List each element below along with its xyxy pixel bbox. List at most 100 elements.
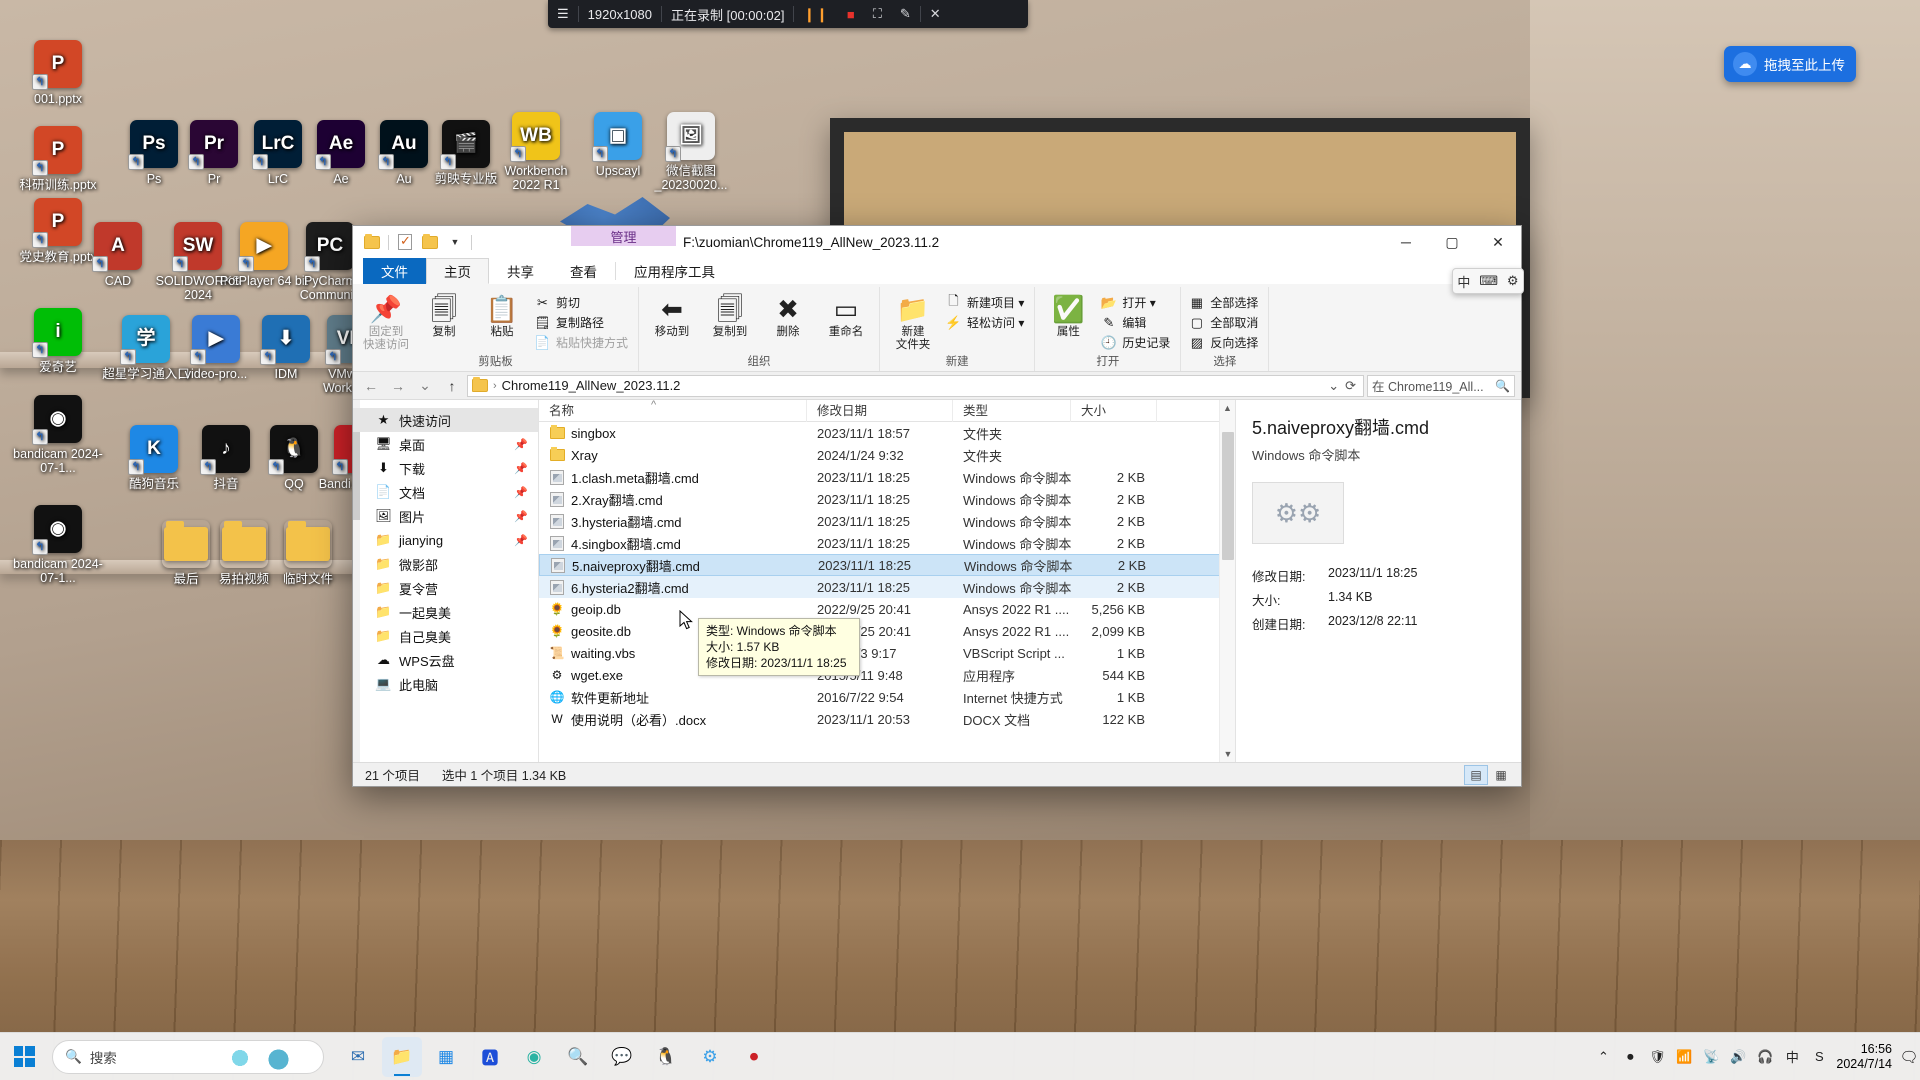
sogou-icon[interactable]: S <box>1810 1048 1828 1066</box>
column-header-name[interactable]: 名称 ^ <box>539 399 807 422</box>
ribbon-tab-row[interactable]: 文件 主页 共享 查看 应用程序工具 <box>353 258 1521 284</box>
column-header-size[interactable]: 大小 <box>1071 399 1157 422</box>
minimize-button[interactable]: ─ <box>1383 226 1429 258</box>
sidebar-item-0[interactable]: ★ 快速访问 <box>353 408 538 432</box>
table-row[interactable]: ⚙wget.exe2015/5/11 9:48应用程序544 KB <box>539 664 1235 686</box>
recorder-screenshot-button[interactable]: ⛶ <box>864 0 891 28</box>
table-row[interactable]: 📜waiting.vbs2018/1/3 9:17VBScript Script… <box>539 642 1235 664</box>
ribbon-small-button-4-1[interactable]: ▢ 全部取消 <box>1186 313 1263 332</box>
recorder-pause-button[interactable]: ❙❙ <box>794 0 837 28</box>
table-row[interactable]: 4.singbox翻墙.cmd 2023/11/1 18:25 Windows 命令… <box>539 532 1235 554</box>
taskbar-app-buttons[interactable]: ✉ 📁 ▦ 🅰 ◉ 🔍 💬 🐧 ⚙ ⏺ <box>338 1036 774 1077</box>
file-rows[interactable]: singbox 2023/11/1 18:57 文件夹 Xray 2024/1/24 9… <box>539 422 1235 762</box>
ribbon-button-3-0[interactable]: ✅ 属性 <box>1040 290 1096 339</box>
ribbon-small-button-2-0[interactable]: 🗋 新建项目 ▾ <box>943 293 1029 312</box>
table-row[interactable]: 1.clash.meta翻墙.cmd 2023/11/1 18:25 Windows… <box>539 466 1235 488</box>
start-button[interactable] <box>0 1033 48 1080</box>
table-row[interactable]: 🌻 geosite.db 2022/9/25 20:41 Ansys 2022 R1 … <box>539 620 1235 642</box>
taskbar-file-explorer-icon[interactable]: 📁 <box>382 1036 422 1077</box>
table-row[interactable]: 5.naiveproxy翻墙.cmd 2023/11/1 18:25 Windows… <box>539 554 1235 576</box>
table-row[interactable]: W 使用说明（必看）.docx 2023/11/1 20:53 DOCX 文档 122 … <box>539 708 1235 730</box>
taskbar-wechat-icon[interactable]: 💬 <box>602 1037 642 1077</box>
table-row[interactable]: 🌻 geoip.db 2022/9/25 20:41 Ansys 2022 R1 ..… <box>539 598 1235 620</box>
headset-icon[interactable]: 🎧 <box>1756 1048 1774 1066</box>
ribbon-button-1-0[interactable]: ⬅ 移动到 <box>644 290 700 339</box>
recorder-annotate-button[interactable]: ✎ <box>891 0 920 28</box>
search-icon[interactable]: 🔍 <box>1495 379 1510 393</box>
ribbon-button-1-2[interactable]: ✖ 删除 <box>760 290 816 339</box>
sidebar-item-2[interactable]: ⬇ 下载 📌 <box>353 456 538 480</box>
properties-icon[interactable] <box>396 233 414 251</box>
sidebar-item-10[interactable]: ☁ WPS云盘 <box>353 648 538 672</box>
pin-icon[interactable]: 📌 <box>514 510 528 523</box>
ime-icon[interactable]: 中 <box>1783 1048 1801 1066</box>
ribbon-button-0-2[interactable]: 📋 粘贴 <box>474 290 530 339</box>
recorder-menu-button[interactable]: ☰ <box>548 0 578 28</box>
desktop-icon-16[interactable]: i ↰ 爱奇艺 <box>12 308 104 374</box>
sidebar-item-4[interactable]: 🖼 图片 📌 <box>353 504 538 528</box>
breadcrumb-current-folder[interactable]: Chrome119_AllNew_2023.11.2 <box>502 378 681 393</box>
file-list-pane[interactable]: 名称 ^ 修改日期 类型 大小 singbox 2023/11/1 18:57 文件… <box>539 399 1235 762</box>
nav-item-list[interactable]: ★ 快速访问 🖥 桌面 📌 ⬇ 下载 📌 📄 文档 📌 🖼 图片 📌 📁 jianying 📌 📁 微影部 📁 夏令营 📁… <box>353 408 538 696</box>
tab-0[interactable]: 文件 <box>363 258 426 284</box>
thumbnail-view-button[interactable]: ▦ <box>1489 765 1513 785</box>
desktop-icon-1[interactable]: P ↰ 科研训练.pptx <box>12 126 104 192</box>
table-row[interactable]: 6.hysteria2翻墙.cmd 2023/11/1 18:25 Windows … <box>539 576 1235 598</box>
pin-icon[interactable]: 📌 <box>514 486 528 499</box>
maximize-button[interactable]: ▢ <box>1429 226 1475 258</box>
table-row[interactable]: Xray 2024/1/24 9:32 文件夹 <box>539 444 1235 466</box>
ribbon-button-1-3[interactable]: ▭ 重命名 <box>818 290 874 339</box>
ribbon-button-0-1[interactable]: 🗐 复制 <box>416 290 472 339</box>
table-row[interactable]: 3.hysteria翻墙.cmd 2023/11/1 18:25 Windows 命… <box>539 510 1235 532</box>
search-input[interactable]: 在 Chrome119_All... 🔍 <box>1367 374 1515 397</box>
forward-button[interactable]: → <box>386 375 410 397</box>
ime-floating-bar[interactable]: 中 ⌨ ⚙ <box>1452 268 1524 294</box>
taskbar-chrome-icon[interactable]: ◉ <box>514 1037 554 1077</box>
sidebar-item-3[interactable]: 📄 文档 📌 <box>353 480 538 504</box>
address-bar-row[interactable]: ← → ⌄ ↑ › Chrome119_AllNew_2023.11.2 ⌄ ⟳… <box>353 372 1521 400</box>
up-button[interactable]: ↑ <box>440 375 464 397</box>
column-header-row[interactable]: 名称 ^ 修改日期 类型 大小 <box>539 399 1235 422</box>
system-tray[interactable]: ⌃ ⏺ 🛡 📶 📡 🔊 🎧 中 S <box>1594 1048 1836 1066</box>
desktop-icon-29[interactable]: 临时文件 <box>262 520 354 586</box>
sidebar-item-8[interactable]: 📁 一起臭美 <box>353 600 538 624</box>
ribbon-small-button-3-0[interactable]: 📂 打开 ▾ <box>1098 293 1175 312</box>
recorder-close-button[interactable]: ✕ <box>921 0 950 28</box>
recorder-toolbar[interactable]: ☰ 1920x1080 正在录制 [00:00:02] ❙❙ ■ ⛶ ✎ ✕ <box>548 0 1028 28</box>
sidebar-item-6[interactable]: 📁 微影部 <box>353 552 538 576</box>
tab-1[interactable]: 主页 <box>426 258 489 284</box>
sidebar-item-9[interactable]: 📁 自己臭美 <box>353 624 538 648</box>
column-header-date[interactable]: 修改日期 <box>807 399 953 422</box>
gear-icon[interactable]: ⚙ <box>1507 273 1519 289</box>
desktop-icon-15[interactable]: 🖼 ↰ 微信截图_20230020... <box>645 112 737 192</box>
tab-2[interactable]: 共享 <box>489 258 552 284</box>
recorder-stop-button[interactable]: ■ <box>838 0 864 28</box>
ribbon-small-button-3-1[interactable]: ✎ 编辑 <box>1098 313 1175 332</box>
address-input[interactable]: › Chrome119_AllNew_2023.11.2 ⌄ ⟳ <box>467 374 1364 397</box>
navigation-pane[interactable]: ★ 快速访问 🖥 桌面 📌 ⬇ 下载 📌 📄 文档 📌 🖼 图片 📌 📁 jianying 📌 📁 微影部 📁 夏令营 📁… <box>353 400 539 762</box>
cast-icon[interactable]: 📶 <box>1675 1048 1693 1066</box>
refresh-icon[interactable]: ⟳ <box>1345 378 1356 394</box>
sidebar-item-1[interactable]: 🖥 桌面 📌 <box>353 432 538 456</box>
ribbon-button-1-1[interactable]: 🗐 复制到 <box>702 290 758 339</box>
taskbar-settings-icon[interactable]: ⚙ <box>690 1037 730 1077</box>
notification-center-button[interactable]: 🗨 <box>1898 1037 1920 1077</box>
desktop-icon-13[interactable]: WB ↰ Workbench 2022 R1 <box>490 112 582 192</box>
taskbar-search-app-icon[interactable]: 🔍 <box>558 1037 598 1077</box>
sidebar-item-7[interactable]: 📁 夏令营 <box>353 576 538 600</box>
ribbon-small-button-0-0[interactable]: ✂ 剪切 <box>532 293 633 312</box>
quick-access-toolbar[interactable]: ▼ <box>353 226 472 258</box>
taskbar-search-input[interactable]: 🔍 搜索 <box>52 1039 324 1074</box>
column-header-type[interactable]: 类型 <box>953 399 1071 422</box>
network-icon[interactable]: 📡 <box>1702 1048 1720 1066</box>
ribbon-small-button-4-0[interactable]: ▦ 全部选择 <box>1186 293 1263 312</box>
shield-icon[interactable]: 🛡 <box>1648 1048 1666 1066</box>
volume-icon[interactable]: 🔊 <box>1729 1048 1747 1066</box>
taskbar-recorder-icon[interactable]: ⏺ <box>734 1037 774 1077</box>
file-list-scrollbar[interactable]: ▲ ▼ <box>1219 400 1235 762</box>
sidebar-item-5[interactable]: 📁 jianying 📌 <box>353 528 538 552</box>
chevron-down-icon[interactable]: ▼ <box>446 233 464 251</box>
taskbar-store-icon[interactable]: ▦ <box>426 1037 466 1077</box>
recent-locations-button[interactable]: ⌄ <box>413 375 437 397</box>
new-folder-icon[interactable] <box>421 233 439 251</box>
